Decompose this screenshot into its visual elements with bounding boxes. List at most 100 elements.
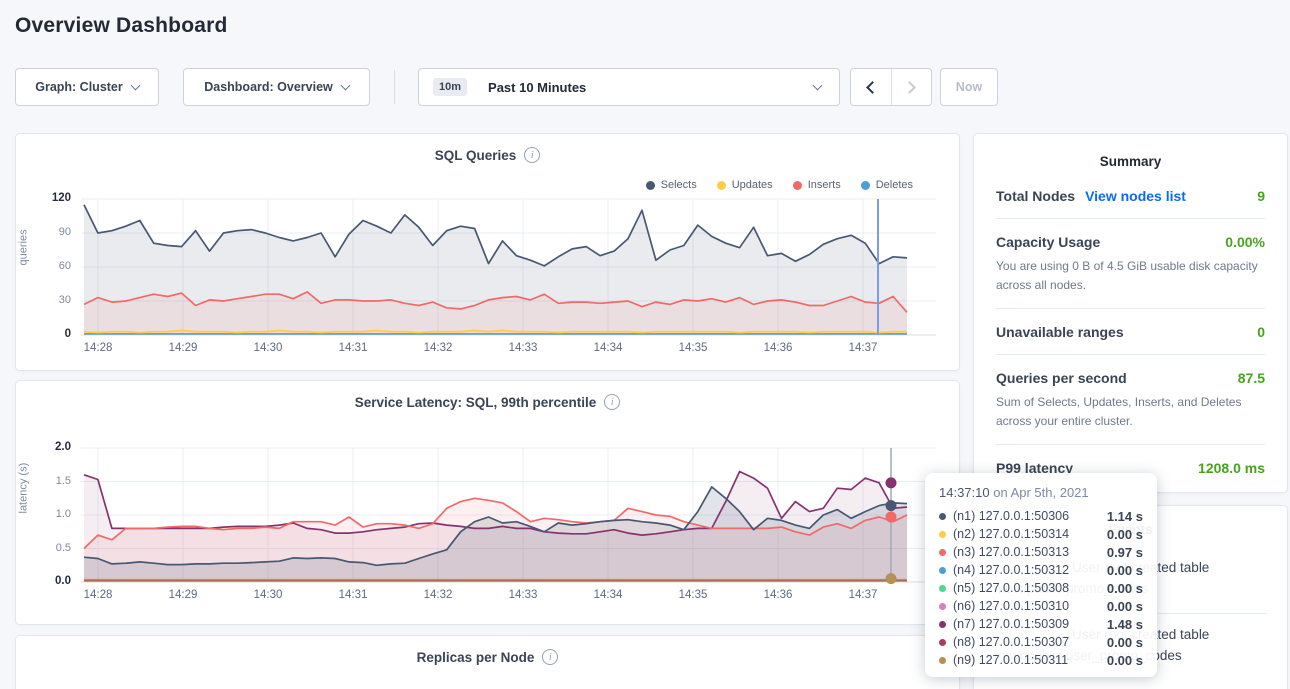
tooltip-row: (n1) 127.0.0.1:503061.14 s <box>939 507 1143 525</box>
chevron-down-icon <box>130 80 140 90</box>
series-color-dot <box>939 657 946 664</box>
summary-item-value: 9 <box>1257 188 1265 204</box>
x-tick-label: 14:37 <box>849 589 878 601</box>
sql-queries-chart-panel: SQL Queries i Selects Updates Inserts Deletes… <box>15 133 960 371</box>
view-nodes-list-link[interactable]: View nodes list <box>1085 188 1186 204</box>
dashboard-dropdown[interactable]: Dashboard: Overview <box>183 68 370 106</box>
legend-item-selects[interactable]: Selects <box>646 179 697 191</box>
x-tick-label: 14:30 <box>254 589 283 601</box>
chevron-right-icon <box>903 81 916 94</box>
chart-plot-area[interactable] <box>81 448 936 582</box>
tooltip-node-label: (n1) 127.0.0.1:50306 <box>953 509 1069 523</box>
service-latency-chart-panel: Service Latency: SQL, 99th percentileila… <box>15 380 960 625</box>
summary-item-label: Unavailable ranges <box>996 324 1124 340</box>
info-icon[interactable]: i <box>604 394 620 410</box>
y-tick-label: 0.5 <box>21 542 71 554</box>
chart-title: SQL Queries <box>435 148 517 163</box>
time-step-forward-button[interactable] <box>891 69 932 105</box>
summary-item-value: 1208.0 ms <box>1198 460 1265 476</box>
tooltip-node-label: (n4) 127.0.0.1:50312 <box>953 563 1069 577</box>
time-range-label: Past 10 Minutes <box>488 80 586 95</box>
x-tick-label: 14:29 <box>169 589 198 601</box>
tooltip-timestamp: 14:37:10 on Apr 5th, 2021 <box>939 485 1143 500</box>
chart-title: Service Latency: SQL, 99th percentile <box>355 395 597 410</box>
page-title: Overview Dashboard <box>15 14 228 38</box>
chevron-down-icon <box>340 80 350 90</box>
time-range-selector[interactable]: 10m Past 10 Minutes <box>418 68 840 106</box>
x-tick-label: 14:28 <box>84 342 113 354</box>
summary-item: Total Nodes View nodes list 9 <box>996 173 1265 218</box>
x-tick-label: 14:33 <box>509 342 538 354</box>
x-tick-label: 14:36 <box>764 342 793 354</box>
legend-color-dot <box>646 181 655 190</box>
legend-color-dot <box>861 181 870 190</box>
dashboard-dropdown-label: Dashboard: Overview <box>204 80 333 94</box>
tooltip-node-label: (n8) 127.0.0.1:50307 <box>953 635 1069 649</box>
tooltip-node-value: 0.00 s <box>1107 599 1143 614</box>
series-color-dot <box>939 621 946 628</box>
legend-item-updates[interactable]: Updates <box>717 179 773 191</box>
legend-item-deletes[interactable]: Deletes <box>861 179 913 191</box>
graph-dropdown[interactable]: Graph: Cluster <box>15 68 159 106</box>
x-tick-label: 14:34 <box>594 342 623 354</box>
chart-hover-tooltip: 14:37:10 on Apr 5th, 2021 (n1) 127.0.0.1… <box>925 473 1157 677</box>
series-color-dot <box>939 513 946 520</box>
series-color-dot <box>939 531 946 538</box>
tooltip-row: (n2) 127.0.0.1:50314 0.00 s <box>939 525 1143 543</box>
x-tick-label: 14:35 <box>679 589 708 601</box>
x-tick-label: 14:31 <box>339 342 368 354</box>
y-tick-label: 2.0 <box>21 441 71 453</box>
summary-item-label: Queries per second <box>996 370 1127 386</box>
chart-legend: Selects Updates Inserts Deletes <box>646 179 913 191</box>
summary-item-label: Capacity Usage <box>996 234 1100 250</box>
tooltip-node-label: (n7) 127.0.0.1:50309 <box>953 617 1069 631</box>
info-icon[interactable]: i <box>524 147 540 163</box>
tooltip-node-value: 1.48 s <box>1107 617 1143 632</box>
summary-item-description: Sum of Selects, Updates, Inserts, and De… <box>996 393 1265 430</box>
legend-item-inserts[interactable]: Inserts <box>793 179 841 191</box>
time-step-buttons <box>850 68 932 106</box>
graph-dropdown-label: Graph: Cluster <box>35 80 123 94</box>
tooltip-node-value: 0.00 s <box>1107 581 1143 596</box>
tooltip-row: (n6) 127.0.0.1:50310 0.00 s <box>939 597 1143 615</box>
legend-label: Inserts <box>808 179 841 191</box>
y-tick-label: 0 <box>21 328 71 340</box>
series-color-dot <box>939 603 946 610</box>
legend-color-dot <box>717 181 726 190</box>
y-tick-label: 30 <box>21 294 71 306</box>
toolbar-divider <box>394 70 395 104</box>
tooltip-node-label: (n2) 127.0.0.1:50314 <box>953 527 1069 541</box>
tooltip-node-label: (n5) 127.0.0.1:50308 <box>953 581 1069 595</box>
x-tick-label: 14:28 <box>84 589 113 601</box>
y-tick-label: 120 <box>21 192 71 204</box>
x-tick-label: 14:29 <box>169 342 198 354</box>
series-color-dot <box>939 639 946 646</box>
tooltip-node-label: (n3) 127.0.0.1:50313 <box>953 545 1069 559</box>
legend-color-dot <box>793 181 802 190</box>
tooltip-node-value: 0.00 s <box>1107 527 1143 542</box>
summary-item-value: 0 <box>1257 324 1265 340</box>
y-tick-label: 1.5 <box>21 475 71 487</box>
info-icon[interactable]: i <box>542 649 558 665</box>
summary-item: Queries per second 87.5 Sum of Selects, Up… <box>996 354 1265 444</box>
series-color-dot <box>939 549 946 556</box>
y-tick-label: 60 <box>21 260 71 272</box>
x-tick-label: 14:32 <box>424 589 453 601</box>
chart-plot-area[interactable] <box>81 199 936 335</box>
time-step-back-button[interactable] <box>851 69 891 105</box>
tooltip-node-label: (n6) 127.0.0.1:50310 <box>953 599 1069 613</box>
tooltip-row: (n7) 127.0.0.1:50309 1.48 s <box>939 615 1143 633</box>
chevron-left-icon <box>866 81 879 94</box>
summary-item-value: 87.5 <box>1238 370 1265 386</box>
summary-item-description: You are using 0 B of 4.5 GiB usable disk… <box>996 257 1265 294</box>
tooltip-node-value: 0.00 s <box>1107 635 1143 650</box>
series-color-dot <box>939 585 946 592</box>
tooltip-node-value: 0.00 s <box>1107 563 1143 578</box>
now-button[interactable]: Now <box>940 68 998 106</box>
legend-label: Selects <box>661 179 697 191</box>
x-tick-label: 14:30 <box>254 342 283 354</box>
time-range-badge: 10m <box>433 78 467 96</box>
x-tick-label: 14:31 <box>339 589 368 601</box>
legend-label: Updates <box>732 179 773 191</box>
summary-item-label: Total Nodes <box>996 188 1075 204</box>
